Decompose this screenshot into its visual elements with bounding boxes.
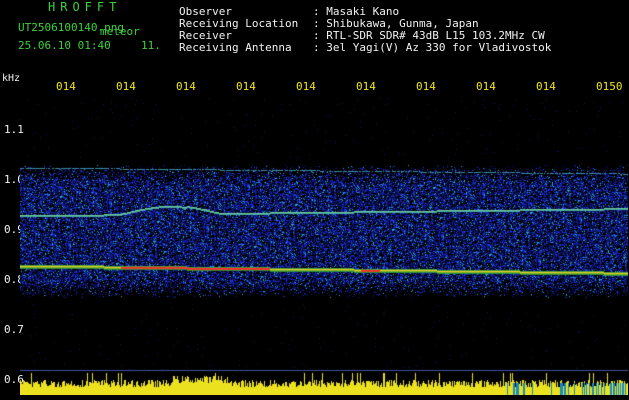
datetime-label: 25.06.10 01:40 <box>18 39 111 52</box>
frequency-unit: kHz <box>2 73 21 84</box>
x-tick: 014 <box>296 80 316 93</box>
x-tick: 014 <box>536 80 556 93</box>
meteor-tag: meteor <box>100 25 140 38</box>
x-tick: 014 <box>476 80 496 93</box>
x-tick: 0150 <box>596 80 623 93</box>
x-tick: 014 <box>416 80 436 93</box>
observer-label: Observer <box>179 5 232 18</box>
x-tick: 014 <box>56 80 76 93</box>
x-tick: 014 <box>176 80 196 93</box>
antenna-value: : 3el Yagi(V) Az 330 for Vladivostok <box>313 41 552 54</box>
app-brand: HROFFT <box>48 0 122 14</box>
spectrogram-canvas <box>20 98 628 395</box>
location-label: Receiving Location <box>179 17 299 30</box>
observer-value: : Masaki Kano <box>313 5 400 18</box>
receiver-value: : RTL-SDR SDR# 43dB L15 103.2MHz CW <box>313 29 545 42</box>
receiver-label: Receiver <box>179 29 232 42</box>
meteor-count: 11. <box>141 39 161 52</box>
location-value: : Shibukawa, Gunma, Japan <box>313 17 479 30</box>
antenna-label: Receiving Antenna <box>179 41 292 54</box>
x-tick: 014 <box>236 80 256 93</box>
x-tick: 014 <box>116 80 136 93</box>
x-tick: 014 <box>356 80 376 93</box>
